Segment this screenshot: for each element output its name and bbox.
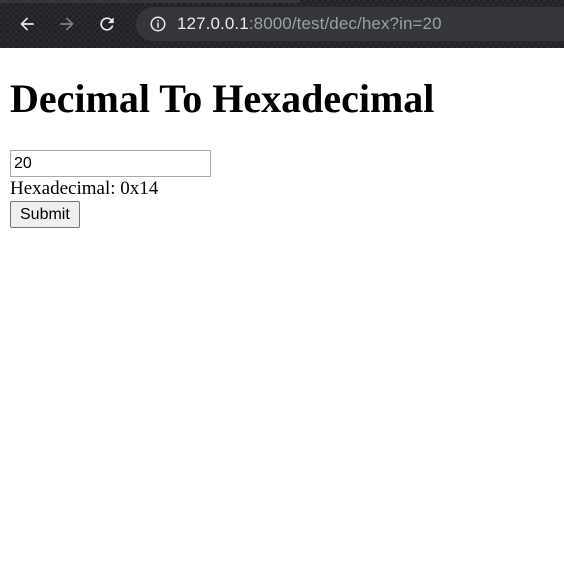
arrow-right-icon	[60, 17, 74, 31]
info-icon[interactable]	[149, 15, 167, 33]
tab-strip-edge	[0, 0, 300, 3]
address-bar[interactable]: 127.0.0.1:8000/test/dec/hex?in=20	[136, 7, 564, 41]
reload-button[interactable]	[95, 12, 119, 36]
forward-button[interactable]	[55, 12, 79, 36]
browser-toolbar: 127.0.0.1:8000/test/dec/hex?in=20	[0, 0, 564, 48]
url-path: :8000/test/dec/hex?in=20	[248, 14, 442, 33]
url-host: 127.0.0.1	[177, 14, 249, 33]
hex-result: Hexadecimal: 0x14	[10, 178, 159, 199]
page-content: Decimal To Hexadecimal Hexadecimal: 0x14…	[0, 76, 564, 228]
page-title: Decimal To Hexadecimal	[10, 76, 435, 121]
submit-button[interactable]: Submit	[10, 201, 80, 228]
reload-icon	[100, 17, 114, 31]
back-button[interactable]	[15, 12, 39, 36]
conversion-form: Hexadecimal: 0x14 Submit	[10, 150, 554, 228]
decimal-input[interactable]	[10, 150, 211, 177]
url-text: 127.0.0.1:8000/test/dec/hex?in=20	[177, 14, 442, 34]
arrow-left-icon	[20, 17, 34, 31]
